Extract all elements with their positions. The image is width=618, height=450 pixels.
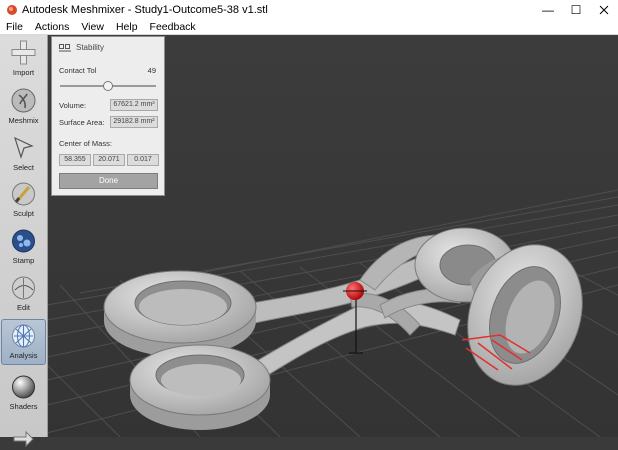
meshmix-icon: [11, 88, 36, 113]
tool-label: Analysis: [9, 351, 38, 360]
minimize-button[interactable]: —: [534, 0, 562, 20]
sphere-shader-icon: [12, 375, 35, 399]
panel-header[interactable]: Stability: [52, 37, 164, 57]
tool-select-button[interactable]: Select: [2, 132, 45, 176]
center-of-mass-y: 20.071: [93, 154, 125, 166]
center-of-mass-label: Center of Mass:: [59, 139, 112, 148]
volume-field: 67621.2 mm³: [110, 99, 158, 111]
stability-panel: Stability Contact Tol 49 Volume: 67621.2…: [51, 36, 165, 196]
center-of-mass-z: 0.017: [127, 154, 159, 166]
contact-tol-value: 49: [147, 66, 156, 75]
menu-bar: File Actions View Help Feedback: [0, 20, 618, 35]
center-of-mass-x: 58.355: [59, 154, 91, 166]
tool-label: Sculpt: [13, 209, 34, 218]
tool-label: Import: [12, 68, 35, 77]
tool-label: Meshmix: [8, 116, 39, 125]
menu-feedback[interactable]: Feedback: [144, 21, 202, 33]
menu-help[interactable]: Help: [110, 21, 144, 33]
stability-icon: [59, 44, 71, 52]
window-title: Autodesk Meshmixer - Study1-Outcome5-38 …: [22, 4, 268, 16]
panel-title: Stability: [76, 43, 105, 52]
menu-view[interactable]: View: [75, 21, 110, 33]
maximize-button[interactable]: ☐: [562, 0, 590, 20]
meshmixer-app-icon: [7, 5, 17, 15]
tool-edit-button[interactable]: Edit: [2, 272, 45, 316]
title-bar: Autodesk Meshmixer - Study1-Outcome5-38 …: [0, 0, 618, 20]
tool-meshmix-button[interactable]: Meshmix: [2, 85, 45, 129]
tool-palette: Import Meshmix Select Sculpt Stamp Edit …: [0, 35, 48, 448]
export-arrow-icon: [13, 430, 34, 448]
analysis-icon: [12, 324, 35, 348]
tool-label: Stamp: [12, 256, 35, 265]
volume-label: Volume:: [59, 101, 87, 110]
close-icon: [599, 5, 609, 15]
tool-export-button[interactable]: [2, 423, 45, 448]
tool-sculpt-button[interactable]: Sculpt: [2, 178, 45, 222]
left-front-ring: [129, 344, 271, 430]
brush-icon: [12, 182, 35, 206]
surface-area-field: 29182.8 mm²: [110, 116, 158, 128]
surface-area-label: Surface Area:: [59, 118, 105, 127]
tool-import-button[interactable]: Import: [2, 37, 45, 81]
menu-actions[interactable]: Actions: [29, 21, 75, 33]
edit-sphere-icon: [12, 276, 35, 300]
menu-file[interactable]: File: [0, 21, 29, 33]
tool-stamp-button[interactable]: Stamp: [2, 225, 45, 269]
contact-tol-label: Contact Tol: [59, 66, 97, 75]
contact-tol-slider-handle[interactable]: [103, 81, 114, 91]
tool-shaders-button[interactable]: Shaders: [2, 371, 45, 415]
left-rear-ring: [103, 270, 257, 357]
done-button[interactable]: Done: [59, 173, 158, 189]
tool-analysis-button[interactable]: Analysis: [1, 319, 46, 365]
tool-label: Edit: [17, 303, 30, 312]
arrow-cursor-icon: [14, 136, 34, 159]
tool-label: Select: [13, 163, 34, 172]
close-button[interactable]: [590, 0, 618, 20]
tool-label: Shaders: [9, 402, 38, 411]
stamp-icon: [12, 229, 35, 253]
plus-icon: [11, 40, 36, 65]
